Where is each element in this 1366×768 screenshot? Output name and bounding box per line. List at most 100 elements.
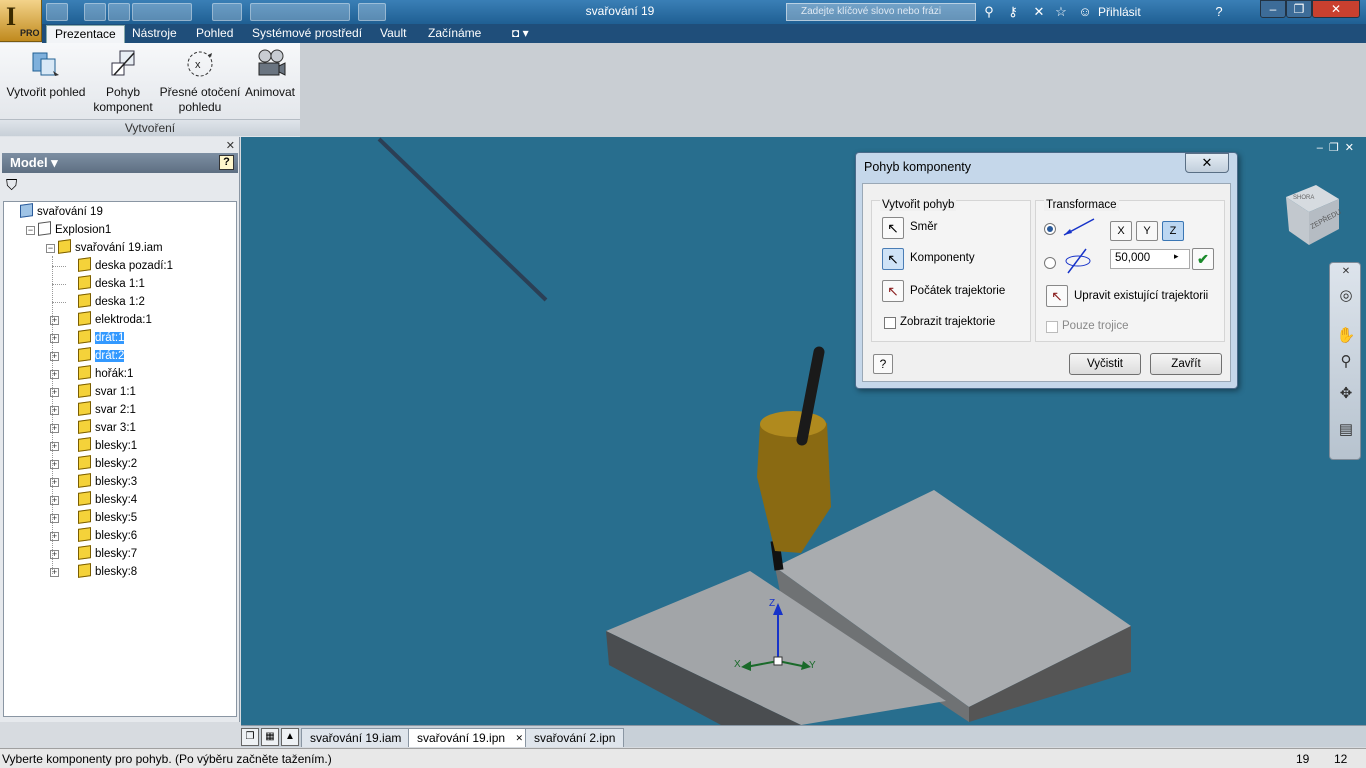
- arrange-up-icon[interactable]: ▲: [281, 728, 299, 746]
- close-button[interactable]: ✕: [1312, 0, 1360, 18]
- camera-dropdown-icon[interactable]: ◘ ▾: [504, 25, 537, 43]
- create-view-button[interactable]: Vytvořit pohled: [4, 47, 88, 100]
- browser-close-icon[interactable]: ✕: [226, 139, 235, 152]
- axis-y-button[interactable]: Y: [1136, 221, 1158, 241]
- edit-trajectory-pick-button[interactable]: ↖: [1046, 285, 1068, 307]
- tree-node[interactable]: elektroda:1: [78, 311, 152, 328]
- tab-pohled[interactable]: Pohled: [188, 25, 241, 43]
- apply-check-button[interactable]: ✔: [1192, 248, 1214, 270]
- tile-windows-icon[interactable]: ▦: [261, 728, 279, 746]
- clear-button[interactable]: Vyčistit: [1069, 353, 1141, 375]
- tree-node[interactable]: blesky:8: [78, 563, 137, 580]
- tree-node[interactable]: drát:2: [78, 347, 125, 364]
- trajectory-origin-pick-button[interactable]: ↖: [882, 280, 904, 302]
- login-link[interactable]: Přihlásit: [1098, 5, 1141, 19]
- tab-prezentace[interactable]: Prezentace: [46, 25, 125, 43]
- tree-node-label: deska pozadí:1: [95, 260, 174, 272]
- app-menu-button[interactable]: I PRO: [0, 0, 42, 42]
- tab-zaciname[interactable]: Začínáme: [420, 25, 489, 43]
- tree-node[interactable]: deska 1:2: [78, 293, 145, 310]
- binoculars-icon[interactable]: ⚲: [980, 3, 998, 21]
- triad-only-checkbox[interactable]: [1046, 321, 1058, 333]
- tree-node[interactable]: hořák:1: [78, 365, 133, 382]
- tree-node-label: drát:1: [95, 332, 125, 344]
- tree-node[interactable]: Explosion1: [38, 221, 111, 238]
- linear-radio[interactable]: [1044, 223, 1056, 235]
- panel-label-vytvoreni: Vytvoření: [0, 119, 300, 136]
- components-pick-button[interactable]: ↖: [882, 248, 904, 270]
- tree-node[interactable]: blesky:3: [78, 473, 137, 490]
- select-icon[interactable]: [212, 3, 242, 21]
- tree-node[interactable]: blesky:7: [78, 545, 137, 562]
- dialog-help-button[interactable]: ?: [873, 354, 893, 374]
- value-dropdown-icon[interactable]: ▸: [1174, 251, 1179, 262]
- filter-icon[interactable]: ⛉: [6, 177, 17, 194]
- direction-pick-button[interactable]: ↖: [882, 217, 904, 239]
- tree-node[interactable]: deska 1:1: [78, 275, 145, 292]
- triad-x-label: X: [734, 659, 741, 670]
- animate-button[interactable]: Animovat: [242, 47, 298, 100]
- steering-wheel-icon[interactable]: ◎: [1335, 285, 1357, 307]
- orbit-icon[interactable]: ✥: [1335, 383, 1357, 405]
- precise-rotate-view-button[interactable]: x Přesné otočení pohledu: [158, 47, 242, 115]
- browser-help-icon[interactable]: ?: [219, 155, 234, 170]
- tree-node[interactable]: blesky:1: [78, 437, 137, 454]
- tree-expander-icon[interactable]: −: [26, 226, 35, 235]
- tab-nastroje[interactable]: Nástroje: [124, 25, 185, 43]
- tree-node[interactable]: svar 3:1: [78, 419, 136, 436]
- x-icon[interactable]: ✕: [1030, 3, 1048, 21]
- star-icon[interactable]: ☆: [1052, 3, 1070, 21]
- doc-tab-2[interactable]: svařování 19.ipn ✕: [408, 728, 529, 747]
- tree-node[interactable]: svařování 19: [20, 203, 103, 220]
- viewcube[interactable]: SHORA ZEPŘEDU: [1286, 185, 1342, 245]
- transform-title: Transformace: [1044, 199, 1119, 211]
- browser-header[interactable]: Model ▾ ?: [2, 153, 238, 173]
- show-trajectories-checkbox[interactable]: [884, 317, 896, 329]
- save-icon[interactable]: [108, 3, 130, 21]
- trajectory-origin-label: Počátek trajektorie: [910, 285, 1006, 297]
- cascade-windows-icon[interactable]: ❐: [241, 728, 259, 746]
- animate-label: Animovat: [244, 85, 296, 99]
- tab-vault[interactable]: Vault: [372, 25, 414, 43]
- tree-node[interactable]: blesky:2: [78, 455, 137, 472]
- viewport-window-controls[interactable]: ‒❐✕: [1317, 141, 1360, 154]
- tree-node[interactable]: blesky:5: [78, 509, 137, 526]
- material-dropdown[interactable]: [250, 3, 350, 21]
- tree-expander-icon[interactable]: −: [46, 244, 55, 253]
- rotation-radio[interactable]: [1044, 257, 1056, 269]
- tweak-components-button[interactable]: Pohyb komponent: [90, 47, 156, 115]
- torch-body[interactable]: [757, 423, 831, 553]
- dialog-close-button[interactable]: ✕: [1185, 153, 1229, 173]
- tree-node[interactable]: svar 1:1: [78, 383, 136, 400]
- axis-x-button[interactable]: X: [1110, 221, 1132, 241]
- search-input[interactable]: Zadejte klíčové slovo nebo frázi: [786, 3, 976, 21]
- tree-node[interactable]: svařování 19.iam: [58, 239, 163, 256]
- zoom-icon[interactable]: ⚲: [1335, 351, 1357, 373]
- doc-tab-close-icon[interactable]: ✕: [516, 729, 524, 747]
- help-icon[interactable]: ?: [1210, 3, 1228, 21]
- pan-hand-icon[interactable]: ✋: [1335, 325, 1357, 347]
- key-icon[interactable]: ⚷: [1004, 3, 1022, 21]
- tree-node[interactable]: svar 2:1: [78, 401, 136, 418]
- undo-redo-icon[interactable]: [132, 3, 192, 21]
- look-at-icon[interactable]: ▤: [1335, 419, 1357, 441]
- new-icon[interactable]: [46, 3, 68, 21]
- tree-node[interactable]: blesky:4: [78, 491, 137, 508]
- wire-component[interactable]: [377, 137, 548, 302]
- close-dialog-button[interactable]: Zavřít: [1150, 353, 1222, 375]
- user-icon[interactable]: ☺: [1076, 3, 1094, 21]
- open-icon[interactable]: [84, 3, 106, 21]
- doc-tab-3[interactable]: svařování 2.ipn: [525, 728, 625, 747]
- tree-node[interactable]: blesky:6: [78, 527, 137, 544]
- triad-origin[interactable]: [773, 656, 783, 666]
- doc-tab-1[interactable]: svařování 19.iam: [301, 728, 411, 747]
- linear-move-icon: [1060, 215, 1098, 239]
- axis-z-button[interactable]: Z: [1162, 221, 1184, 241]
- tree-node[interactable]: deska pozadí:1: [78, 257, 174, 274]
- minimize-button[interactable]: –: [1260, 0, 1286, 18]
- tree-node[interactable]: drát:1: [78, 329, 125, 346]
- appearance-icon[interactable]: [358, 3, 386, 21]
- maximize-button[interactable]: ❐: [1286, 0, 1312, 18]
- tab-systemove-prostredi[interactable]: Systémové prostředí: [244, 25, 370, 43]
- navbar-close-icon[interactable]: ✕: [1335, 261, 1357, 283]
